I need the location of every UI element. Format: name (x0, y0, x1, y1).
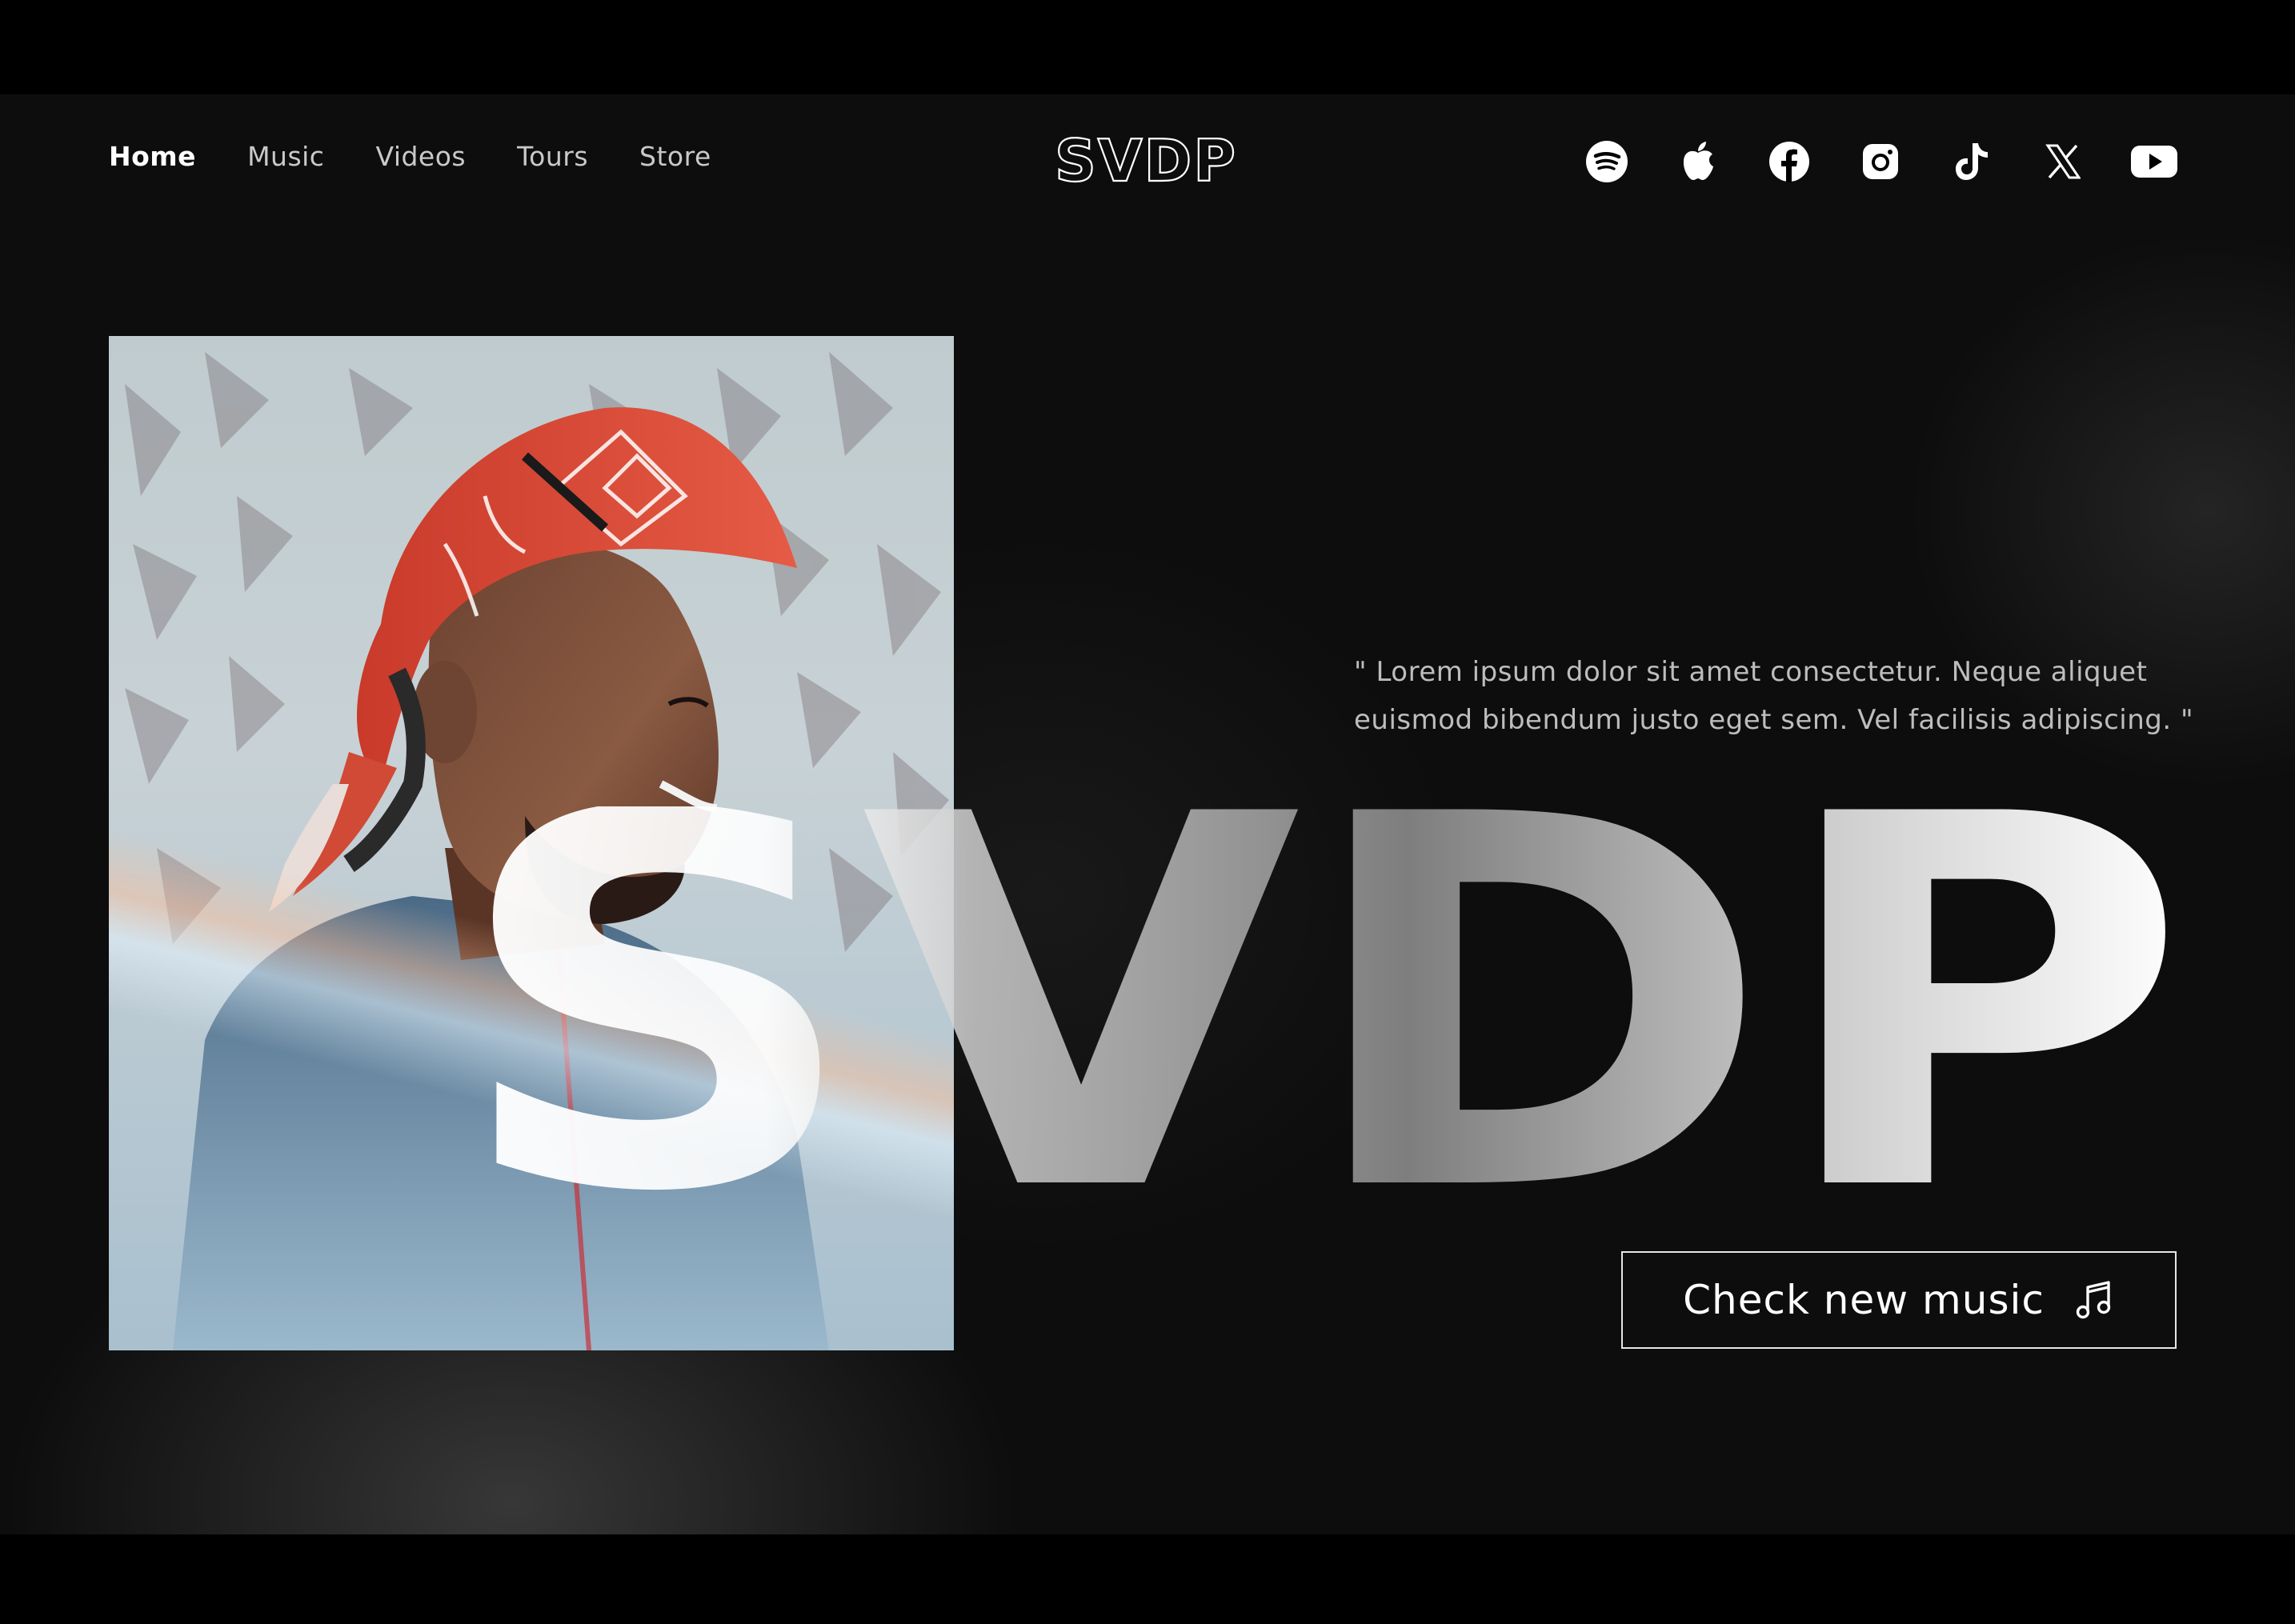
social-links (1540, 138, 2178, 186)
cta-label: Check new music (1683, 1277, 2045, 1323)
nav-music[interactable]: Music (247, 141, 324, 172)
nav-videos[interactable]: Videos (375, 141, 466, 172)
x-icon[interactable] (2039, 138, 2087, 186)
hero-quote-line-2: euismod bibendum justo eget sem. Vel fac… (1354, 704, 2194, 736)
apple-icon[interactable] (1674, 138, 1722, 186)
instagram-icon[interactable] (1856, 138, 1904, 186)
music-note-icon (2076, 1281, 2111, 1319)
spotify-icon[interactable] (1583, 138, 1631, 186)
youtube-icon[interactable] (2130, 138, 2178, 186)
hero-wordmark-text: SVDP (452, 806, 2189, 1190)
facebook-icon[interactable] (1765, 138, 1813, 186)
nav-store[interactable]: Store (639, 141, 711, 172)
main-nav: Home Music Videos Tours Store (109, 141, 763, 172)
nav-home[interactable]: Home (109, 141, 196, 172)
check-new-music-button[interactable]: Check new music (1621, 1251, 2177, 1349)
hero-quote-line-1: " Lorem ipsum dolor sit amet consectetur… (1354, 656, 2148, 688)
svg-text:SVDP: SVDP (1055, 130, 1237, 194)
hero-wordmark: SVDP (452, 806, 2189, 1190)
tiktok-icon[interactable] (1948, 138, 1996, 186)
hero-quote: " Lorem ipsum dolor sit amet consectetur… (1354, 648, 2202, 744)
nav-tours[interactable]: Tours (517, 141, 588, 172)
site-logo[interactable]: SVDP SVDP (1048, 130, 1244, 195)
